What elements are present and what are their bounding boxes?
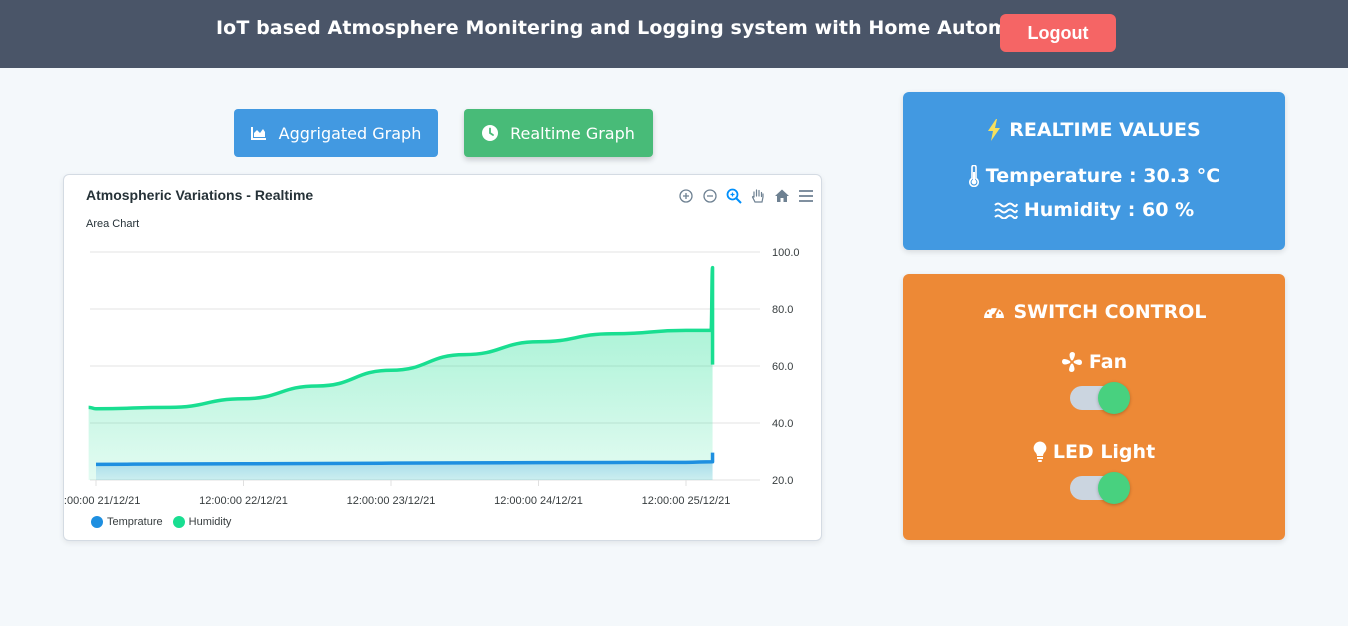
area-chart: 100.0 80.0 60.0 40.0 20.0 12:00:00 21/12/21 12… xyxy=(64,247,800,507)
header-bar: IoT based Atmosphere Monitering and Logg… xyxy=(0,0,1348,68)
led-toggle[interactable] xyxy=(1070,472,1130,504)
clock-icon xyxy=(482,125,499,141)
toggle-knob xyxy=(1098,382,1130,414)
logout-button[interactable]: Logout xyxy=(1000,14,1116,52)
realtime-graph-label: Realtime Graph xyxy=(510,123,635,143)
chart-legend: Temprature Humidity xyxy=(91,516,231,528)
y-tick-label: 40.0 xyxy=(772,418,793,430)
legend-item-humidity[interactable]: Humidity xyxy=(172,516,232,528)
lightbulb-icon xyxy=(1033,441,1047,463)
thermometer-icon xyxy=(968,165,980,187)
legend-marker xyxy=(91,516,103,528)
temperature-reading: Temperature : 30.3 °C xyxy=(903,165,1285,187)
area-chart-icon xyxy=(250,126,267,140)
x-tick-label: 12:00:00 21/12/21 xyxy=(64,495,140,507)
bolt-icon xyxy=(987,119,1001,141)
led-label: LED Light xyxy=(1052,441,1156,463)
switch-control-title: SWITCH CONTROL xyxy=(1013,301,1207,323)
y-tick-label: 100.0 xyxy=(772,247,800,259)
x-tick-label: 12:00:00 23/12/21 xyxy=(347,495,436,507)
realtime-graph-button[interactable]: Realtime Graph xyxy=(464,109,653,157)
fan-switch-label: Fan xyxy=(903,351,1285,373)
legend-marker xyxy=(172,516,185,528)
fan-label: Fan xyxy=(1088,351,1128,373)
x-tick-label: 12:00:00 22/12/21 xyxy=(199,495,288,507)
temperature-value: Temperature : 30.3 °C xyxy=(985,165,1221,187)
app-title: IoT based Atmosphere Monitering and Logg… xyxy=(216,17,1064,39)
legend-label: Temprature xyxy=(107,516,163,528)
led-switch-label: LED Light xyxy=(903,441,1285,463)
water-icon xyxy=(994,201,1018,219)
y-tick-label: 80.0 xyxy=(772,304,793,316)
humidity-value: Humidity : 60 % xyxy=(1023,199,1195,221)
switch-control-heading: SWITCH CONTROL xyxy=(903,301,1285,323)
x-tick-label: 12:00:00 24/12/21 xyxy=(494,495,583,507)
x-tick-label: 12:00:00 25/12/21 xyxy=(642,495,731,507)
y-tick-label: 20.0 xyxy=(772,475,793,487)
realtime-values-panel: REALTIME VALUES Temperature : 30.3 °C Hu… xyxy=(903,92,1285,250)
realtime-values-heading: REALTIME VALUES xyxy=(903,119,1285,141)
toggle-knob xyxy=(1098,472,1130,504)
humidity-reading: Humidity : 60 % xyxy=(903,199,1285,221)
area-fill-humidity xyxy=(88,267,713,480)
y-tick-label: 60.0 xyxy=(772,361,793,373)
legend-label: Humidity xyxy=(188,516,232,528)
aggregated-graph-label: Aggrigated Graph xyxy=(278,123,422,143)
realtime-values-title: REALTIME VALUES xyxy=(1009,119,1201,141)
fan-toggle[interactable] xyxy=(1070,382,1130,414)
legend-item-temperature[interactable]: Temprature xyxy=(91,516,163,528)
chart-card: Atmospheric Variations - Realtime Area C… xyxy=(63,174,822,541)
switch-control-panel: SWITCH CONTROL Fan LED Light xyxy=(903,274,1285,540)
aggregated-graph-button[interactable]: Aggrigated Graph xyxy=(234,109,438,157)
fan-icon xyxy=(1061,351,1083,373)
gauge-icon xyxy=(982,302,1006,322)
